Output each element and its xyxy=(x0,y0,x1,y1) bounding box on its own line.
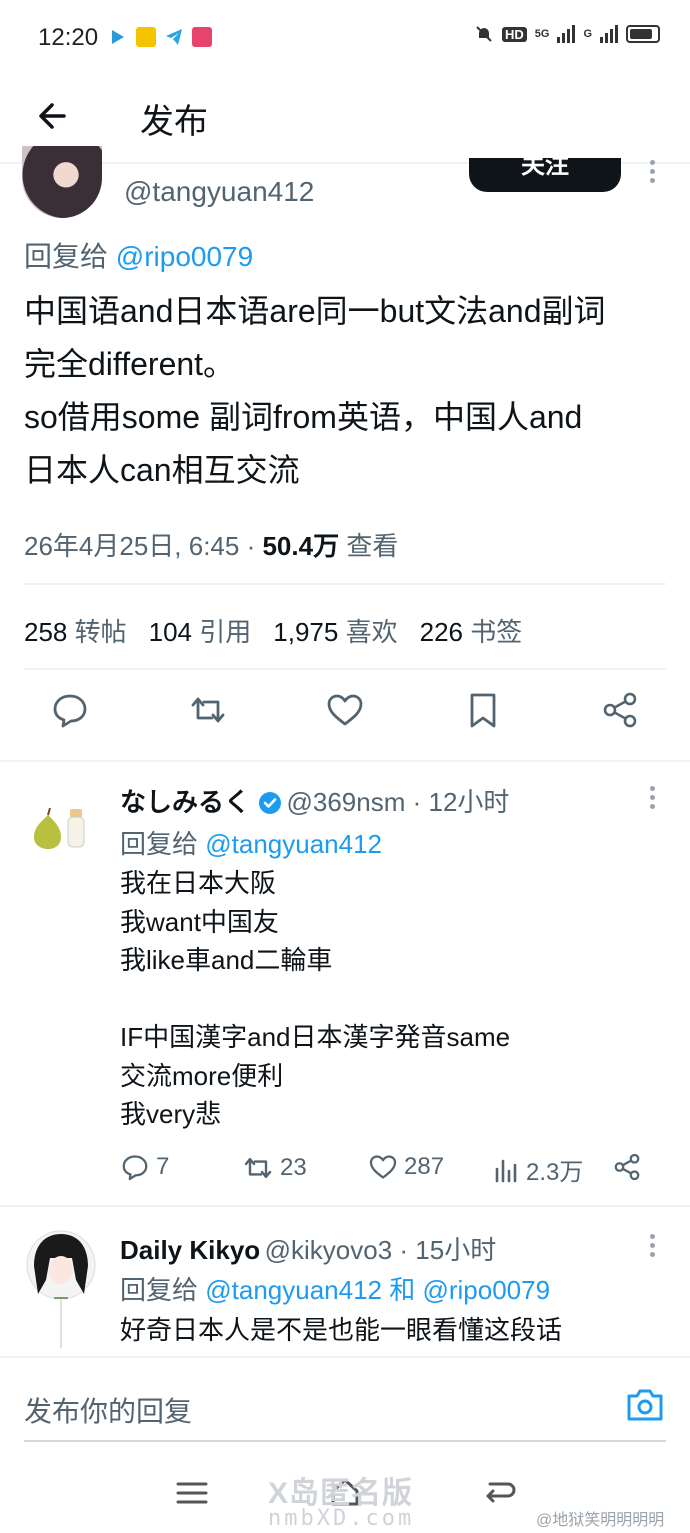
views-label: 查看 xyxy=(346,531,399,561)
like-count: 287 xyxy=(404,1153,445,1180)
reply-1-views-button[interactable]: 2.3万 xyxy=(494,1152,583,1187)
reply-to-line: 回复给 @ripo0079 xyxy=(24,235,253,275)
reply-to-handle-link[interactable]: @tangyuan412 xyxy=(205,829,382,859)
reply-1-name[interactable]: なしみるく xyxy=(120,787,250,817)
follow-button[interactable]: 关注 xyxy=(469,158,621,192)
battery-icon xyxy=(626,25,660,43)
avatar[interactable] xyxy=(22,146,102,218)
camera-icon[interactable] xyxy=(625,1387,665,1423)
compose-top-divider xyxy=(0,1356,690,1358)
network-label-2: G xyxy=(583,28,592,40)
views-icon xyxy=(495,1159,517,1182)
retweet-count: 23 xyxy=(280,1154,307,1181)
retweet-icon[interactable] xyxy=(188,690,228,730)
header-bar xyxy=(0,76,690,162)
app-icon-yellow xyxy=(136,27,156,47)
likes-stat[interactable]: 1,975 喜欢 xyxy=(273,612,397,649)
reply-1-retweet-button[interactable]: 23 xyxy=(242,1152,307,1184)
reply-icon[interactable] xyxy=(50,690,90,730)
share-icon xyxy=(614,1153,640,1181)
reply-to-prefix: 回复给 xyxy=(24,241,109,272)
reply-2-reply-to: 回复给 @tangyuan412 和 @ripo0079 xyxy=(120,1270,550,1307)
reply-1-handle[interactable]: @369nsm xyxy=(286,787,405,817)
watermark-weibo: @地狱笑明明明明 xyxy=(536,1512,665,1529)
reply-1-header: なしみるく @369nsm · 12小时 xyxy=(120,782,509,820)
share-icon[interactable] xyxy=(600,690,640,730)
view-count: 2.3万 xyxy=(526,1159,584,1186)
reply-count: 7 xyxy=(156,1153,170,1180)
reply-1-body: 我在日本大阪 我want中国友 我like車and二輪車 IF中国漢字and日本… xyxy=(120,868,511,1129)
reply-to-handle-link[interactable]: @ripo0079 xyxy=(116,241,253,272)
page-title: 发布 xyxy=(140,103,208,141)
play-icon xyxy=(108,27,128,47)
telegram-icon xyxy=(164,27,184,47)
reply-to-handle-link-2[interactable]: @ripo0079 xyxy=(422,1275,550,1305)
retweet-icon xyxy=(244,1158,272,1178)
reply-1-reply-to: 回复给 @tangyuan412 xyxy=(120,824,382,861)
status-indicators: HD 5G G xyxy=(474,24,660,44)
reply-to-prefix: 回复给 xyxy=(120,829,199,859)
like-icon[interactable] xyxy=(325,690,365,730)
signal-bars-icon xyxy=(557,25,576,43)
network-label: 5G xyxy=(534,28,550,40)
reply-to-and: 和 xyxy=(382,1275,423,1305)
reply-avatar-pear-bottle[interactable] xyxy=(28,795,90,857)
watermark-url: nmbXD.com xyxy=(268,1506,415,1531)
more-options-icon[interactable] xyxy=(646,160,658,186)
tweet-body: 中国语and日本语are同一but文法and副词 完全different。 so… xyxy=(24,293,606,488)
reply-input[interactable]: 发布你的回复 xyxy=(24,1390,192,1430)
quotes-stat[interactable]: 104 引用 xyxy=(149,612,252,649)
author-handle[interactable]: @tangyuan412 xyxy=(124,176,314,208)
menu-icon[interactable] xyxy=(176,1480,208,1506)
reply-1-share-button[interactable] xyxy=(612,1152,642,1182)
reply-2-body: 好奇日本人是不是也能一眼看懂这段话 xyxy=(120,1315,563,1345)
compose-underline xyxy=(24,1440,666,1442)
stats-divider xyxy=(24,668,666,670)
more-options-icon[interactable] xyxy=(646,1234,658,1260)
reply-1-reply-button[interactable]: 7 xyxy=(120,1152,169,1182)
hd-badge: HD xyxy=(501,26,527,42)
app-icon-pink xyxy=(192,27,212,47)
tweet-action-bar xyxy=(0,690,690,742)
reply-2-header: Daily Kikyo @kikyovo3 · 15小时 xyxy=(120,1230,496,1267)
reply-icon xyxy=(122,1155,148,1181)
views-count: 50.4万 xyxy=(262,531,340,561)
arrow-left-icon[interactable] xyxy=(34,96,74,136)
more-options-icon[interactable] xyxy=(646,786,658,812)
reply-divider xyxy=(0,1205,690,1207)
tweet-meta: 26年4月25日, 6:45 · 50.4万 查看 xyxy=(24,526,398,563)
bookmarks-stat[interactable]: 226 书签 xyxy=(420,612,523,649)
status-time: 12:20 xyxy=(38,24,99,51)
reply-avatar-kikyo[interactable] xyxy=(24,1228,98,1348)
like-icon xyxy=(369,1155,397,1179)
retweets-stat[interactable]: 258 转帖 xyxy=(24,612,127,649)
bookmark-icon[interactable] xyxy=(463,690,503,730)
tweet-timestamp[interactable]: 26年4月25日, 6:45 · xyxy=(24,531,262,561)
verified-badge-icon xyxy=(258,791,282,820)
back-nav-icon[interactable] xyxy=(482,1478,516,1508)
reply-1-like-button[interactable]: 287 xyxy=(368,1152,444,1182)
reply-1-actions: 7 23 287 2.3万 xyxy=(120,1152,660,1192)
reply-2-handle[interactable]: @kikyovo3 xyxy=(265,1235,393,1265)
reply-2-name[interactable]: Daily Kikyo xyxy=(120,1235,260,1265)
tweet-stats: 258 转帖 104 引用 1,975 喜欢 226 书签 xyxy=(24,612,522,649)
reply-to-prefix: 回复给 xyxy=(120,1275,199,1305)
reply-2-time: · 15小时 xyxy=(392,1235,497,1265)
status-bar: 12:20 HD 5G G xyxy=(0,0,690,76)
mute-bell-icon xyxy=(476,26,492,42)
meta-divider xyxy=(24,583,666,585)
reply-1-time: · 12小时 xyxy=(405,787,510,817)
author-name[interactable]: ﾞﾞﾞﾞﾞﾞﾞ xyxy=(124,150,234,168)
signal-bars-2-icon xyxy=(600,25,618,43)
reply-to-handle-link[interactable]: @tangyuan412 xyxy=(205,1275,382,1305)
actions-divider xyxy=(0,760,690,762)
